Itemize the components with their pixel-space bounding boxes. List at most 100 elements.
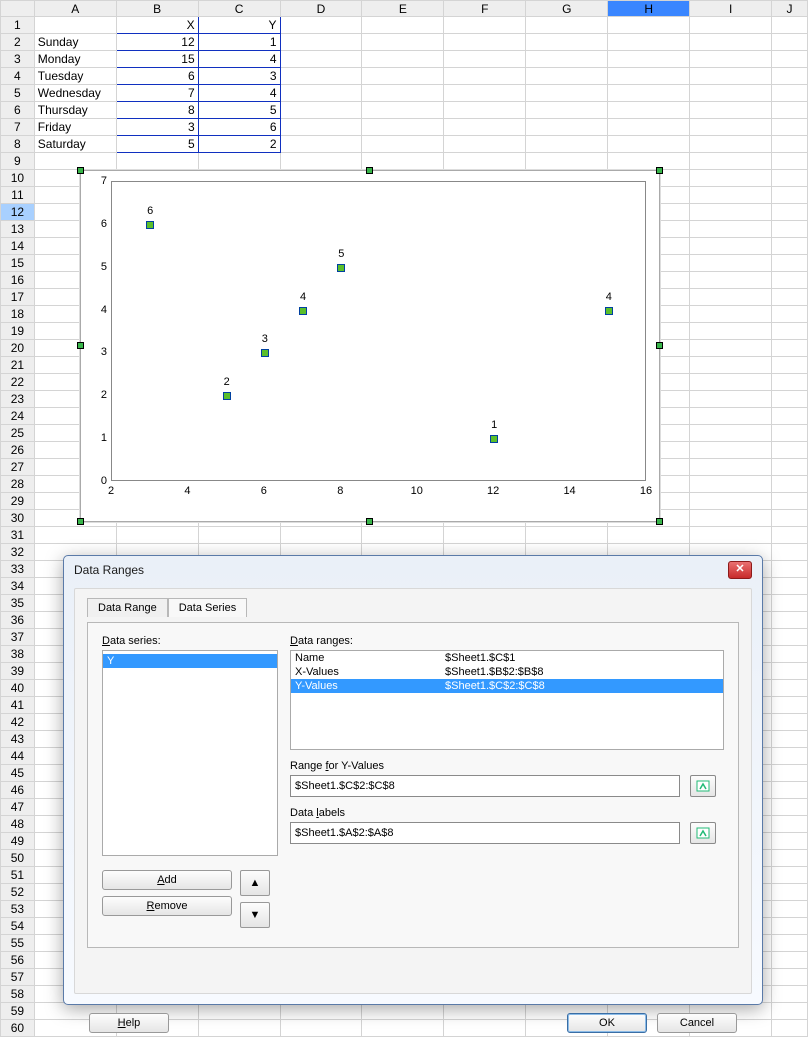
tab-data-range[interactable]: Data Range [87,598,168,617]
cell[interactable] [608,85,690,102]
cell[interactable]: Sunday [34,34,116,51]
cell[interactable] [772,918,808,935]
cell[interactable] [362,17,444,34]
cell[interactable] [608,153,690,170]
cell[interactable] [690,357,772,374]
cell[interactable] [280,102,362,119]
cell[interactable] [690,187,772,204]
cell[interactable] [772,238,808,255]
col-header-I[interactable]: I [690,1,772,17]
cell[interactable]: Thursday [34,102,116,119]
cell[interactable] [772,119,808,136]
cell[interactable] [772,357,808,374]
cell[interactable] [772,748,808,765]
cell[interactable]: X [116,17,198,34]
row-header[interactable]: 25 [1,425,35,442]
cell[interactable] [690,136,772,153]
cell[interactable] [526,17,608,34]
cell[interactable] [772,323,808,340]
cell[interactable] [690,391,772,408]
col-header-B[interactable]: B [116,1,198,17]
cell[interactable] [690,408,772,425]
cell[interactable] [362,153,444,170]
row-header[interactable]: 32 [1,544,35,561]
cell[interactable] [772,816,808,833]
cell[interactable] [608,68,690,85]
cell[interactable] [772,612,808,629]
cell[interactable] [772,680,808,697]
cell[interactable] [772,561,808,578]
cell[interactable] [280,153,362,170]
col-header-A[interactable]: A [34,1,116,17]
cell[interactable]: 6 [198,119,280,136]
cell[interactable] [772,1003,808,1020]
cell[interactable] [526,153,608,170]
col-header-G[interactable]: G [526,1,608,17]
cell[interactable]: Monday [34,51,116,68]
cell[interactable] [690,68,772,85]
cell[interactable] [608,34,690,51]
row-header[interactable]: 45 [1,765,35,782]
cell[interactable] [362,68,444,85]
row-header[interactable]: 23 [1,391,35,408]
cell[interactable] [280,17,362,34]
row-header[interactable]: 28 [1,476,35,493]
row-header[interactable]: 12 [1,204,35,221]
row-header[interactable]: 33 [1,561,35,578]
row-header[interactable]: 3 [1,51,35,68]
cell[interactable] [772,255,808,272]
cell[interactable] [280,527,362,544]
cell[interactable] [772,663,808,680]
cell[interactable] [772,901,808,918]
row-header[interactable]: 17 [1,289,35,306]
col-header-H[interactable]: H [608,1,690,17]
cell[interactable] [772,935,808,952]
cell[interactable] [690,306,772,323]
cell[interactable] [526,102,608,119]
cell[interactable] [772,1020,808,1037]
row-header[interactable]: 43 [1,731,35,748]
row-header[interactable]: 15 [1,255,35,272]
cell[interactable] [690,459,772,476]
cell[interactable] [444,51,526,68]
cell[interactable]: 5 [198,102,280,119]
cell[interactable]: 15 [116,51,198,68]
cell[interactable] [772,544,808,561]
cell[interactable]: Wednesday [34,85,116,102]
cell[interactable] [444,34,526,51]
cell[interactable] [608,136,690,153]
cell[interactable] [772,646,808,663]
row-header[interactable]: 53 [1,901,35,918]
cell[interactable] [690,323,772,340]
row-header[interactable]: 34 [1,578,35,595]
cell[interactable] [280,51,362,68]
range-row[interactable]: Name$Sheet1.$C$1 [291,651,723,665]
close-icon[interactable]: ✕ [728,561,752,579]
row-header[interactable]: 10 [1,170,35,187]
row-header[interactable]: 27 [1,459,35,476]
cell[interactable] [280,85,362,102]
row-header[interactable]: 47 [1,799,35,816]
col-header-E[interactable]: E [362,1,444,17]
cell[interactable]: Friday [34,119,116,136]
cell[interactable] [772,136,808,153]
list-item[interactable]: Y [103,654,277,668]
remove-button[interactable]: Remove [102,896,232,916]
cell[interactable] [444,102,526,119]
cell[interactable] [690,119,772,136]
row-header[interactable]: 24 [1,408,35,425]
cell[interactable] [772,272,808,289]
cell[interactable] [280,119,362,136]
cell[interactable] [526,85,608,102]
cell[interactable] [772,595,808,612]
cell[interactable] [34,17,116,34]
cell[interactable] [690,289,772,306]
cell[interactable] [608,102,690,119]
cell[interactable]: Tuesday [34,68,116,85]
cell[interactable]: 5 [116,136,198,153]
cell[interactable] [526,34,608,51]
data-ranges-grid[interactable]: Name$Sheet1.$C$1X-Values$Sheet1.$B$2:$B$… [290,650,724,750]
range-row[interactable]: Y-Values$Sheet1.$C$2:$C$8 [291,679,723,693]
range-row[interactable]: X-Values$Sheet1.$B$2:$B$8 [291,665,723,679]
cell[interactable] [772,697,808,714]
